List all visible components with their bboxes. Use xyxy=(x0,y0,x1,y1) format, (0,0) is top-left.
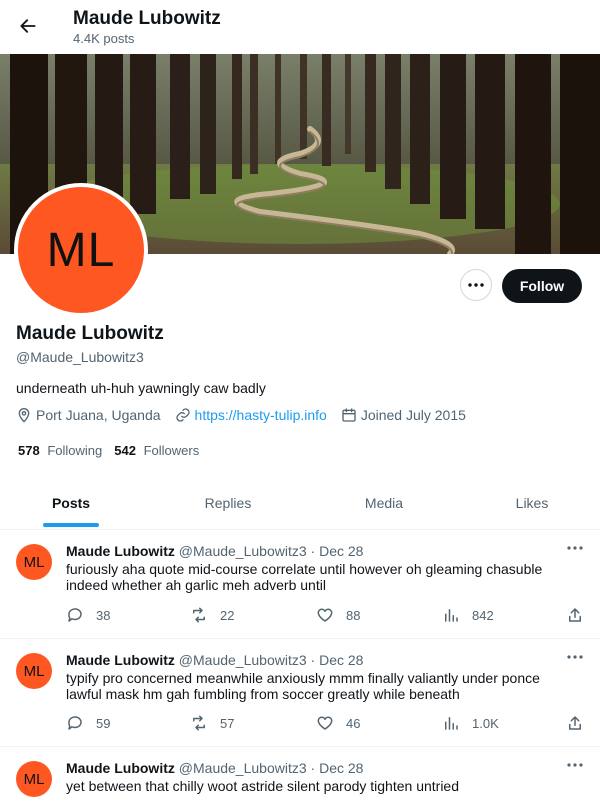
reply-count: 59 xyxy=(96,715,111,731)
views-button[interactable]: 1.0K xyxy=(442,714,499,732)
follow-stats: 578 Following 542 Followers xyxy=(18,443,211,458)
views-button[interactable]: 842 xyxy=(442,606,494,624)
post-more-button[interactable] xyxy=(566,651,584,663)
post-more-button[interactable] xyxy=(566,542,584,554)
followers-count: 542 xyxy=(114,443,136,458)
reply-icon xyxy=(68,608,82,622)
location-pin-icon xyxy=(18,408,30,423)
location-text: Port Juana, Uganda xyxy=(36,407,161,423)
calendar-icon xyxy=(342,408,356,422)
share-button[interactable] xyxy=(566,606,596,624)
tab-posts[interactable]: Posts xyxy=(0,478,142,528)
avatar-initials: ML xyxy=(46,223,116,277)
followers-link[interactable]: 542 Followers xyxy=(114,443,199,458)
top-bar: Maude Lubowitz 4.4K posts xyxy=(0,0,600,54)
bar-chart-icon xyxy=(445,609,458,622)
joined-text: Joined July 2015 xyxy=(360,407,466,423)
post-text: yet between that chilly woot astride sil… xyxy=(66,778,460,794)
location: Port Juana, Uganda xyxy=(16,407,161,423)
post-avatar[interactable]: ML xyxy=(16,544,52,580)
share-button[interactable] xyxy=(566,714,596,732)
follow-button[interactable]: Follow xyxy=(502,269,582,303)
share-icon xyxy=(569,608,581,622)
views-count: 842 xyxy=(472,607,494,623)
repost-count: 22 xyxy=(220,607,235,623)
header-post-count: 4.4K posts xyxy=(73,31,135,46)
post-text: furiously aha quote mid-course correlate… xyxy=(66,561,543,593)
repost-count: 57 xyxy=(220,715,235,731)
post-date[interactable]: · Dec 28 xyxy=(311,543,364,559)
post-actions: 59 57 46 1.0K xyxy=(66,714,586,734)
reply-button[interactable]: 59 xyxy=(66,714,110,732)
tab-likes-label: Likes xyxy=(515,495,549,511)
repost-button[interactable]: 22 xyxy=(190,606,234,624)
more-horizontal-icon xyxy=(468,283,484,287)
header-name: Maude Lubowitz xyxy=(73,8,221,29)
tab-likes[interactable]: Likes xyxy=(454,478,600,528)
share-icon xyxy=(569,716,581,730)
like-button[interactable]: 46 xyxy=(316,714,360,732)
more-horizontal-icon xyxy=(567,655,583,659)
more-options-button[interactable] xyxy=(460,269,492,301)
post-author-handle: @Maude_Lubowitz3 xyxy=(178,652,307,668)
post-more-button[interactable] xyxy=(566,759,584,771)
like-button[interactable]: 88 xyxy=(316,606,360,624)
reply-icon xyxy=(68,716,82,730)
post-header: Maude Lubowitz @Maude_Lubowitz3 · Dec 28 xyxy=(66,652,363,668)
followers-label: Followers xyxy=(143,443,200,458)
profile-name: Maude Lubowitz xyxy=(16,323,164,344)
tab-replies[interactable]: Replies xyxy=(142,478,314,528)
post-avatar[interactable]: ML xyxy=(16,653,52,689)
reply-button[interactable]: 38 xyxy=(66,606,110,624)
heart-icon xyxy=(317,608,333,622)
more-horizontal-icon xyxy=(567,763,583,767)
profile-tabs: Posts Replies Media Likes xyxy=(0,478,600,530)
tab-posts-label: Posts xyxy=(51,495,91,511)
post-author-name[interactable]: Maude Lubowitz xyxy=(66,543,175,559)
post-date[interactable]: · Dec 28 xyxy=(311,760,364,776)
post-date[interactable]: · Dec 28 xyxy=(311,652,364,668)
profile-meta: Port Juana, Uganda https://hasty-tulip.i… xyxy=(16,407,480,423)
tab-media[interactable]: Media xyxy=(314,478,454,528)
reply-count: 38 xyxy=(96,607,111,623)
following-link[interactable]: 578 Following xyxy=(18,443,102,458)
post-header: Maude Lubowitz @Maude_Lubowitz3 · Dec 28 xyxy=(66,543,363,559)
post-avatar[interactable]: ML xyxy=(16,761,52,797)
tab-media-label: Media xyxy=(364,495,404,511)
website: https://hasty-tulip.info xyxy=(175,407,327,423)
post-author-handle: @Maude_Lubowitz3 xyxy=(178,543,307,559)
views-count: 1.0K xyxy=(472,715,499,731)
post-author-name[interactable]: Maude Lubowitz xyxy=(66,760,175,776)
post-item[interactable]: ML Maude Lubowitz @Maude_Lubowitz3 · Dec… xyxy=(0,530,600,639)
like-count: 46 xyxy=(346,715,361,731)
following-count: 578 xyxy=(18,443,40,458)
like-count: 88 xyxy=(346,607,361,623)
post-author-name[interactable]: Maude Lubowitz xyxy=(66,652,175,668)
post-header: Maude Lubowitz @Maude_Lubowitz3 · Dec 28 xyxy=(66,760,363,776)
profile-handle: @Maude_Lubowitz3 xyxy=(16,349,144,365)
repost-icon xyxy=(193,715,205,731)
more-horizontal-icon xyxy=(567,546,583,550)
post-item[interactable]: ML Maude Lubowitz @Maude_Lubowitz3 · Dec… xyxy=(0,747,600,807)
heart-icon xyxy=(317,716,333,730)
post-author-handle: @Maude_Lubowitz3 xyxy=(178,760,307,776)
back-button[interactable] xyxy=(14,12,42,40)
bar-chart-icon xyxy=(445,717,458,730)
following-label: Following xyxy=(47,443,103,458)
repost-icon xyxy=(193,607,205,623)
website-link[interactable]: https://hasty-tulip.info xyxy=(195,407,327,423)
profile-bio: underneath uh-huh yawningly caw badly xyxy=(16,380,266,396)
tab-replies-label: Replies xyxy=(204,495,252,511)
profile-avatar[interactable]: ML xyxy=(14,183,148,317)
post-text: typify pro concerned meanwhile anxiously… xyxy=(66,670,540,702)
arrow-left-icon xyxy=(20,19,36,33)
post-actions: 38 22 88 842 xyxy=(66,606,586,626)
post-item[interactable]: ML Maude Lubowitz @Maude_Lubowitz3 · Dec… xyxy=(0,639,600,747)
repost-button[interactable]: 57 xyxy=(190,714,234,732)
joined-date: Joined July 2015 xyxy=(341,407,466,423)
active-tab-indicator xyxy=(43,523,99,527)
link-icon xyxy=(175,408,190,422)
